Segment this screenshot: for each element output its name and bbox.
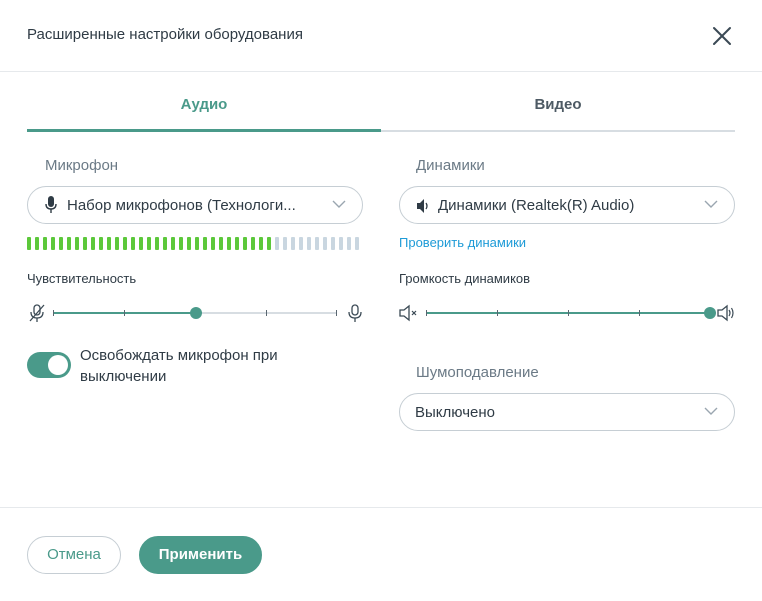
level-bar	[307, 237, 311, 250]
level-bar	[43, 237, 47, 250]
noise-suppression-label: Шумоподавление	[416, 364, 539, 381]
level-bar	[323, 237, 327, 250]
speaker-icon	[417, 199, 428, 213]
level-bar	[99, 237, 103, 250]
microphone-label: Микрофон	[45, 157, 119, 174]
level-bar	[275, 237, 279, 250]
level-bar	[67, 237, 71, 250]
speakers-label: Динамики	[416, 157, 485, 174]
sensitivity-knob[interactable]	[190, 307, 202, 319]
level-bar	[291, 237, 295, 250]
slider-tick	[124, 310, 125, 316]
tab-video[interactable]: Видео	[381, 88, 735, 132]
microphone-icon	[348, 304, 362, 322]
level-bar	[219, 237, 223, 250]
slider-tick	[639, 310, 640, 316]
microphone-icon	[45, 196, 57, 213]
level-bar	[331, 237, 335, 250]
level-bar	[203, 237, 207, 250]
sensitivity-label: Чувствительность	[27, 271, 137, 286]
level-bar	[347, 237, 351, 250]
level-bar	[235, 237, 239, 250]
apply-button[interactable]: Применить	[139, 536, 262, 574]
level-bar	[195, 237, 199, 250]
level-bar	[211, 237, 215, 250]
slider-tick	[497, 310, 498, 316]
noise-suppression-value: Выключено	[415, 404, 495, 421]
level-bar	[155, 237, 159, 250]
release-mic-label: Освобождать микрофон при выключении	[80, 347, 278, 385]
level-bar	[35, 237, 39, 250]
level-bar	[131, 237, 135, 250]
level-bar	[267, 237, 271, 250]
level-bar	[147, 237, 151, 250]
slider-tick	[336, 310, 337, 316]
microphone-level-meter	[27, 237, 363, 250]
toggle-knob	[48, 355, 68, 375]
level-bar	[139, 237, 143, 250]
chevron-down-icon	[332, 200, 346, 208]
level-bar	[283, 237, 287, 250]
volume-knob[interactable]	[704, 307, 716, 319]
level-bar	[299, 237, 303, 250]
speaker-muted-icon	[399, 304, 417, 322]
level-bar	[107, 237, 111, 250]
level-bar	[123, 237, 127, 250]
tab-audio[interactable]: Аудио	[27, 88, 381, 132]
tab-bar: Аудио Видео	[27, 88, 735, 132]
level-bar	[51, 237, 55, 250]
level-bar	[187, 237, 191, 250]
level-bar	[179, 237, 183, 250]
noise-suppression-select[interactable]: Выключено	[399, 393, 735, 431]
test-speakers-link[interactable]: Проверить динамики	[399, 235, 526, 250]
level-bar	[259, 237, 263, 250]
level-bar	[163, 237, 167, 250]
level-bar	[315, 237, 319, 250]
chevron-down-icon	[704, 200, 718, 208]
level-bar	[83, 237, 87, 250]
slider-tick	[53, 310, 54, 316]
speakers-select-value: Динамики (Realtek(R) Audio)	[438, 197, 635, 214]
slider-tick	[426, 310, 427, 316]
release-mic-toggle[interactable]	[27, 352, 71, 378]
microphone-select-value: Набор микрофонов (Технологи...	[67, 197, 296, 214]
speaker-volume-label: Громкость динамиков	[399, 271, 531, 286]
dialog-header: Расширенные настройки оборудования	[0, 0, 762, 72]
level-bar	[115, 237, 119, 250]
speaker-volume-slider[interactable]	[399, 301, 735, 325]
level-bar	[251, 237, 255, 250]
level-bar	[243, 237, 247, 250]
speaker-loud-icon	[717, 304, 734, 322]
microphone-select[interactable]: Набор микрофонов (Технологи...	[27, 186, 363, 224]
close-icon[interactable]	[708, 22, 736, 50]
level-bar	[171, 237, 175, 250]
microphone-muted-icon	[29, 304, 45, 322]
speakers-select[interactable]: Динамики (Realtek(R) Audio)	[399, 186, 735, 224]
hardware-settings-dialog: Расширенные настройки оборудования Аудио…	[0, 0, 762, 601]
level-bar	[59, 237, 63, 250]
dialog-title: Расширенные настройки оборудования	[27, 26, 303, 43]
level-bar	[339, 237, 343, 250]
chevron-down-icon	[704, 407, 718, 415]
level-bar	[75, 237, 79, 250]
level-bar	[355, 237, 359, 250]
level-bar	[27, 237, 31, 250]
level-bar	[227, 237, 231, 250]
sensitivity-slider[interactable]	[27, 301, 363, 325]
cancel-button[interactable]: Отмена	[27, 536, 121, 574]
level-bar	[91, 237, 95, 250]
slider-tick	[568, 310, 569, 316]
slider-tick	[266, 310, 267, 316]
